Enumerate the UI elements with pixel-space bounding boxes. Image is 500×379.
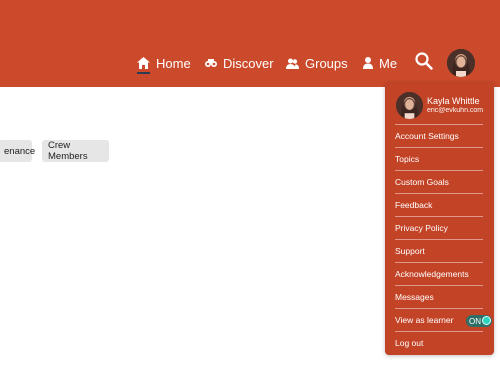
menu-item-acknowledgements[interactable]: Acknowledgements [395, 262, 483, 285]
menu-item-label: Custom Goals [395, 177, 449, 187]
topic-chip-crew-members[interactable]: Crew Members [42, 140, 109, 162]
menu-item-custom-goals[interactable]: Custom Goals [395, 170, 483, 193]
menu-item-label: Acknowledgements [395, 269, 469, 279]
user-email: eric@evkuhn.com [427, 107, 484, 114]
menu-item-label: View as learner [395, 315, 454, 325]
search-icon [415, 52, 433, 74]
groups-icon [286, 58, 299, 69]
nav-me[interactable]: Me [363, 52, 397, 74]
view-as-learner-toggle[interactable]: ON [466, 315, 492, 327]
search-button[interactable] [415, 52, 435, 72]
toggle-label: ON [469, 316, 481, 326]
menu-item-support[interactable]: Support [395, 239, 483, 262]
menu-item-view-as-learner[interactable]: View as learner ON [395, 308, 492, 331]
menu-item-label: Log out [395, 338, 424, 348]
binoculars-icon [205, 58, 217, 68]
avatar [396, 92, 423, 119]
avatar[interactable] [447, 49, 475, 77]
menu-item-account-settings[interactable]: Account Settings [395, 124, 483, 147]
menu-item-label: Account Settings [395, 131, 459, 141]
topic-chip-label: enance [4, 145, 36, 157]
menu-item-feedback[interactable]: Feedback [395, 193, 483, 216]
person-icon [363, 57, 373, 69]
menu-item-privacy-policy[interactable]: Privacy Policy [395, 216, 483, 239]
nav-groups[interactable]: Groups [286, 52, 348, 74]
toggle-knob [482, 316, 491, 325]
home-icon [137, 57, 150, 69]
menu-item-log-out[interactable]: Log out [395, 331, 483, 354]
menu-item-label: Topics [395, 154, 420, 164]
topic-chip-label: Crew Members [48, 140, 88, 162]
nav-home[interactable]: Home [137, 52, 191, 74]
menu-item-label: Messages [395, 292, 434, 302]
user-menu-header: Kayla Whittle eric@evkuhn.com [385, 82, 494, 122]
nav-me-label: Me [379, 55, 398, 71]
topic-chip[interactable]: enance [0, 140, 36, 162]
menu-item-messages[interactable]: Messages [395, 285, 483, 308]
menu-item-label: Feedback [395, 200, 433, 210]
nav-groups-label: Groups [305, 55, 348, 71]
user-name: Kayla Whittle [427, 96, 480, 106]
nav-discover-label: Discover [223, 55, 274, 71]
user-menu-dropdown: Kayla Whittle eric@evkuhn.com Account Se… [385, 82, 494, 355]
nav-home-label: Home [156, 55, 191, 71]
menu-item-label: Support [395, 246, 425, 256]
nav-discover[interactable]: Discover [205, 52, 274, 74]
top-navigation-bar: Home Discover Groups Me [0, 0, 500, 87]
menu-item-topics[interactable]: Topics [395, 147, 483, 170]
menu-item-label: Privacy Policy [395, 223, 448, 233]
